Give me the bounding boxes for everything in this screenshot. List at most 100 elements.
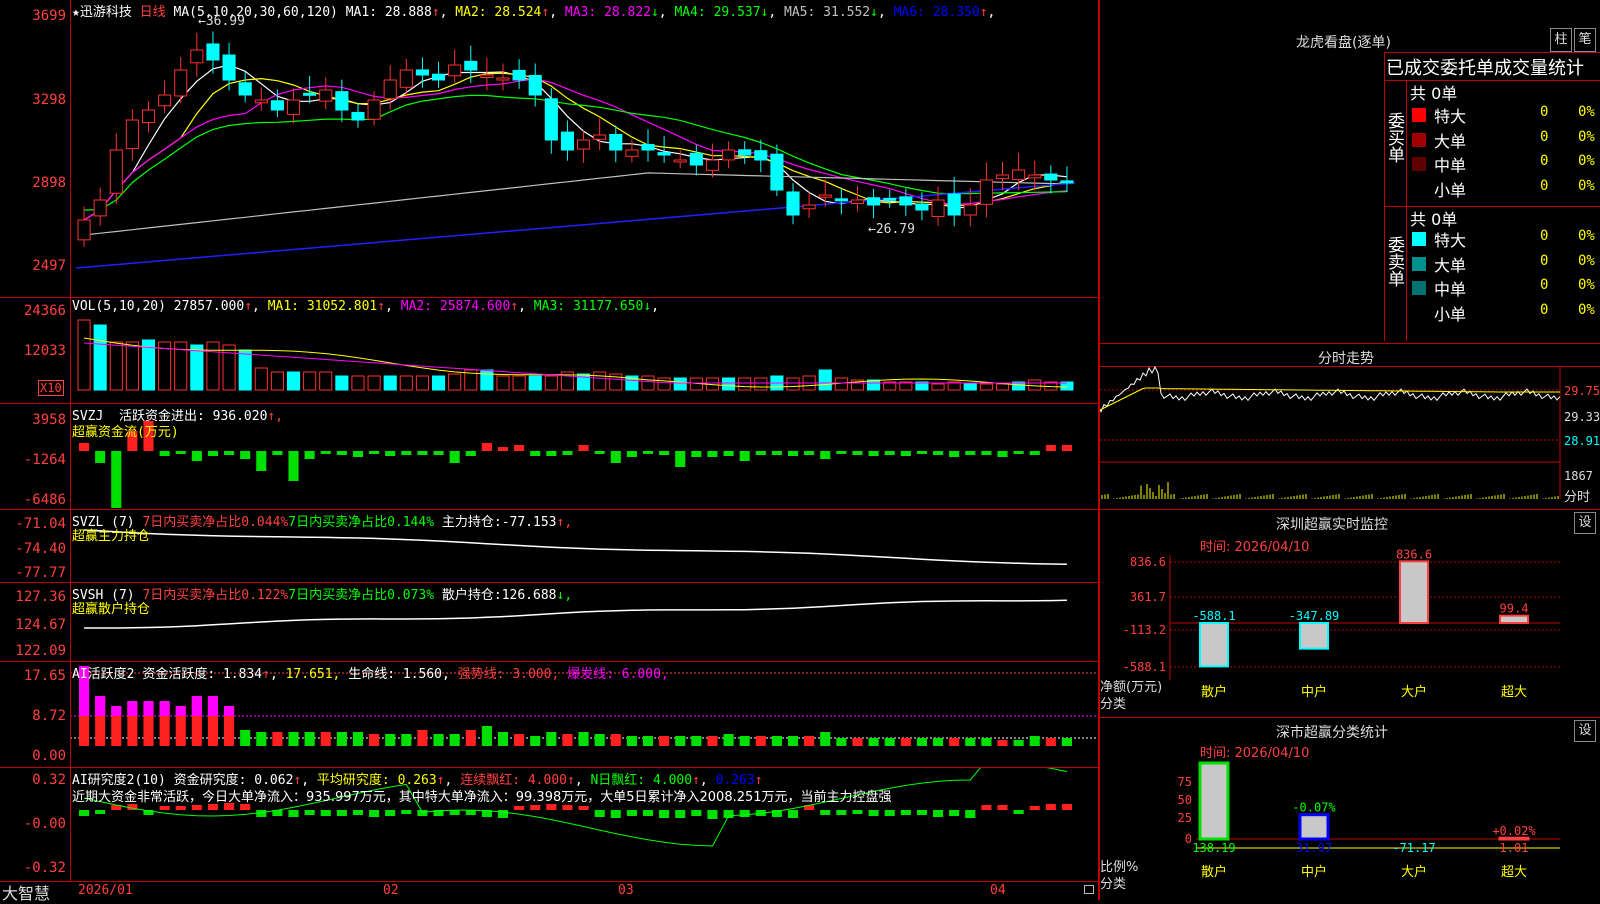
volume-bar <box>448 373 462 391</box>
longhu-subtitle: 已成交委托单成交量统计 <box>1386 58 1584 79</box>
svzl-panel[interactable]: SVZL (7) 7日内买卖净占比0.044%7日内买卖净占比0.144% 主力… <box>0 510 1098 582</box>
research-bar <box>997 805 1008 810</box>
activity-bar <box>369 734 380 746</box>
longhu-panel[interactable]: 龙虎看盘(逐单) 柱 笔 已成交委托单成交量统计 委买单 共 0单 特大 0 0% 大… <box>1100 0 1600 343</box>
activity-bar <box>578 732 589 746</box>
legend-swatch <box>1412 108 1426 122</box>
flow-bar <box>352 451 364 457</box>
order-volume: 0 <box>1540 228 1549 244</box>
sz-class-xlabel: 分类 <box>1100 877 1127 892</box>
flow-bar <box>111 451 122 508</box>
ai-research-panel[interactable]: AI研究度2(10) 资金研究度: 0.062↑, 平均研究度: 0.263↑,… <box>0 768 1098 882</box>
vol-unit-badge: X10 <box>38 380 64 396</box>
volume-panel[interactable]: VOL(5,10,20) 27857.000↑, MA1: 31052.801↑… <box>0 298 1098 402</box>
activity-bar <box>787 736 799 746</box>
sz-class-y-label: 75 <box>1178 775 1192 789</box>
candle <box>399 69 413 88</box>
flow-bar <box>320 451 331 454</box>
intraday-chart[interactable] <box>1100 344 1600 509</box>
flow-bar <box>642 451 654 454</box>
candle <box>109 149 123 194</box>
ma-value: MA5: 31.552 <box>776 5 871 20</box>
flow-bar <box>175 451 186 454</box>
svzl-y-label: -71.04 <box>15 516 66 532</box>
ai-activity-y-label: 0.00 <box>32 748 66 764</box>
sz-monitor-y-label: 836.6 <box>1130 555 1166 569</box>
activity-bar <box>675 736 686 746</box>
candle <box>560 131 574 151</box>
volume-bar <box>738 377 752 391</box>
flow-bar <box>836 451 847 454</box>
ma-value: MA3: 31177.650 <box>525 299 644 314</box>
ma-value: MA2: 28.524 <box>447 5 542 20</box>
class-bar <box>1498 836 1530 841</box>
activity-bar <box>385 734 396 746</box>
activity-bar <box>1045 738 1056 746</box>
vol-label: VOL(5,10,20) <box>72 299 166 314</box>
volume-bar <box>335 375 349 391</box>
sz-monitor-panel[interactable]: 深圳超赢实时监控 设 时间: 2026/04/10 836.6 361.7 -113… <box>1100 510 1600 717</box>
ai-activity-y-label: 8.72 <box>32 708 66 724</box>
period-label[interactable]: 日线 <box>140 5 166 20</box>
avg-price-line <box>1100 387 1560 411</box>
intraday-panel[interactable]: 分时走势 29.75 29.33 28.91 1867 分时 <box>1100 344 1600 509</box>
ma-value: MA6: 28.350 <box>885 5 980 20</box>
class-value-label: 1.01 <box>1500 841 1529 855</box>
research-bar <box>578 806 589 810</box>
research-bar <box>336 810 347 816</box>
volume-bar <box>544 375 558 391</box>
svzj-panel[interactable]: SVZJ 活跃资金进出: 936.020↑, 超赢资金流(万元) 3958 -1… <box>0 404 1098 508</box>
date-label: 03 <box>618 883 634 898</box>
volume-bar <box>109 341 123 391</box>
activity-bar <box>739 736 750 746</box>
activity-bar <box>820 732 831 746</box>
research-bar <box>675 810 686 818</box>
sz-monitor-chart[interactable]: 836.6 361.7 -113.2 -588.1 -588.1 散户 -347.89 中户 8… <box>1100 510 1600 717</box>
research-bar <box>175 806 186 810</box>
order-size-label: 特大 <box>1434 107 1467 126</box>
volume-bar <box>979 383 993 391</box>
volume-bar <box>222 344 236 391</box>
flow-bar <box>916 451 927 454</box>
bar-view-button[interactable]: 柱 <box>1550 28 1572 52</box>
volume-bar <box>496 375 510 391</box>
ai-activity-panel[interactable]: AI活跃度2 资金活跃度: 1.834↑, 17.651, 生命线: 1.560… <box>0 662 1098 766</box>
svsh-panel[interactable]: SVSH (7) 7日内买卖净占比0.122%7日内买卖净占比0.073% 散户… <box>0 583 1098 661</box>
svzl-y-label: -74.40 <box>15 541 66 557</box>
legend-swatch <box>1412 157 1426 171</box>
flow-bar <box>288 451 299 481</box>
research-bar <box>530 805 541 810</box>
legend-swatch <box>1412 305 1426 320</box>
volume-bar <box>190 344 204 391</box>
volume-bar <box>77 319 91 391</box>
candle <box>673 159 687 163</box>
date-axis: 大智慧 2026/01 02 03 04 <box>0 882 1098 903</box>
legend-swatch <box>1412 232 1426 246</box>
candle <box>738 149 752 156</box>
sell-side-label: 委卖单 <box>1384 236 1404 287</box>
candle <box>512 69 526 81</box>
research-bar <box>642 810 654 816</box>
volume-bar <box>367 375 381 391</box>
activity-bar-top <box>111 706 122 716</box>
kline-panel[interactable]: ★迅游科技 日线 MA(5,10,20,30,60,120) MA1: 28.8… <box>0 0 1098 296</box>
sz-class-panel[interactable]: 深市超赢分类统计 设 时间: 2026/04/10 75 50 25 0 138.19 散… <box>1100 718 1600 900</box>
order-size-label: 小单 <box>1434 180 1467 200</box>
ma-line <box>83 78 1067 221</box>
lock-icon[interactable] <box>1084 885 1094 894</box>
activity-bar <box>562 734 573 746</box>
candle <box>995 174 1010 180</box>
ma-line <box>84 94 1067 211</box>
ma-value: MA3: 28.822 <box>557 5 651 20</box>
activity-bar <box>288 732 299 746</box>
vol-ma-values: MA1: 31052.801↑, MA2: 25874.600↑, MA3: 3… <box>267 299 660 314</box>
activity-bar <box>852 738 863 746</box>
research-bar <box>932 810 944 817</box>
candle <box>802 204 816 210</box>
candle <box>818 194 832 198</box>
volume-bar <box>931 383 945 391</box>
tick-view-button[interactable]: 笔 <box>1574 28 1596 52</box>
kline-chart[interactable] <box>0 0 1098 296</box>
order-size-label: 小单 <box>1434 304 1467 324</box>
sz-class-chart[interactable]: 75 50 25 0138.19 散户 -0.07% 31.97 中户 -71.17 大户 +0.0… <box>1100 718 1600 900</box>
